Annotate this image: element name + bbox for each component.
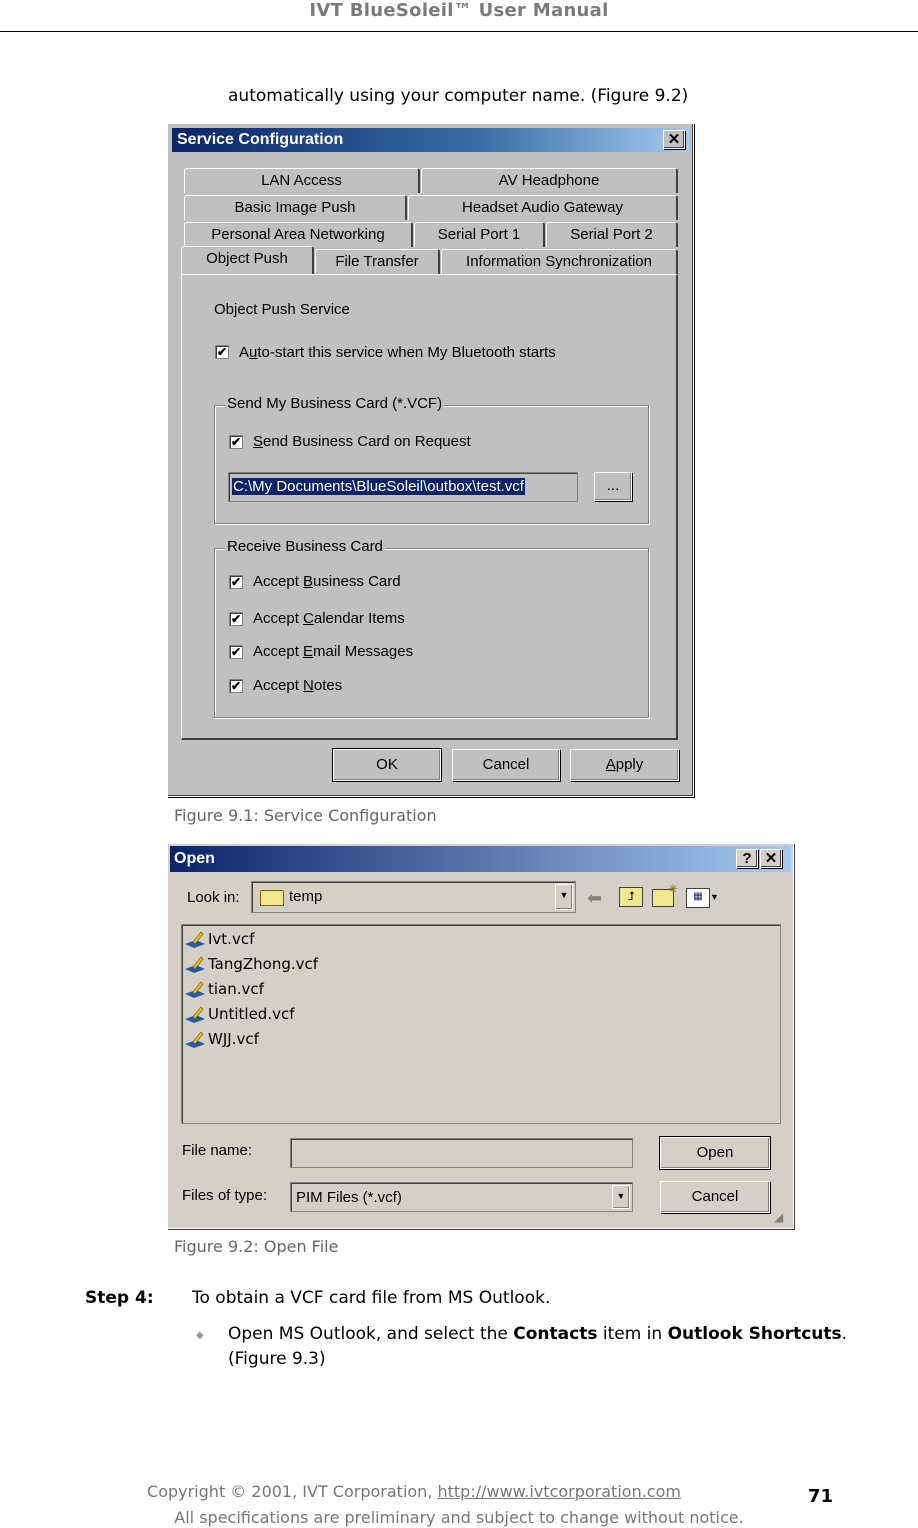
bullet-text: Open MS Outlook, and select the Contacts… [228,1324,848,1369]
footer-notice: All specifications are preliminary and s… [174,1508,744,1527]
receive-business-card-group: Receive Business Card ✔ Accept Business … [214,538,649,718]
send-business-card-group: Send My Business Card (*.VCF) ✔ Send Bus… [214,395,649,524]
tab-personal-area-networking[interactable]: Personal Area Networking [184,222,413,247]
back-arrow-icon[interactable]: ⬅ [587,888,602,909]
resize-grip-icon[interactable]: ◢ [774,1210,783,1224]
service-configuration-dialog: Service Configuration ✕ LAN Access AV He… [167,123,694,797]
group-label: Receive Business Card [225,538,385,555]
tab-panel-object-push: Object Push Service ✔ Auto-start this se… [181,274,678,740]
tab-information-synchronization[interactable]: Information Synchronization [441,249,678,274]
vcard-icon [185,980,205,998]
up-folder-icon[interactable]: ⮥ [619,887,643,907]
browse-button[interactable]: ... [594,472,632,501]
page-number: 71 [808,1486,834,1507]
list-item[interactable]: Untitled.vcf [184,1002,295,1026]
cancel-button[interactable]: Cancel [452,749,560,781]
autostart-checkbox[interactable]: ✔ [215,345,229,359]
dialog-titlebar: Open [170,846,791,872]
accept-business-card-label: Accept Business Card [253,573,401,590]
look-in-value: temp [289,888,323,905]
list-item[interactable]: Ivt.vcf [184,927,254,951]
accept-calendar-items-checkbox[interactable]: ✔ [229,612,243,626]
accept-notes-label: Accept Notes [253,677,343,694]
chevron-down-icon[interactable]: ▼ [612,1185,630,1209]
file-type-label: Files of type: [182,1187,268,1204]
tab-file-transfer[interactable]: File Transfer [315,249,440,274]
step-label: Step 4: [85,1288,154,1308]
close-button[interactable]: ✕ [760,849,782,868]
tab-lan-access[interactable]: LAN Access [184,168,420,193]
look-in-dropdown[interactable]: temp ▼ [251,881,576,913]
folder-icon [260,890,284,906]
close-button[interactable]: ✕ [663,130,685,149]
ok-button[interactable]: OK [332,748,442,782]
file-list: Ivt.vcf TangZhong.vcf tian.vcf Untitled.… [181,924,781,1124]
footer-link[interactable]: http://www.ivtcorporation.com [437,1482,680,1501]
apply-button[interactable]: Apply [570,749,679,781]
footer-copyright: Copyright © 2001, IVT Corporation, http:… [147,1482,681,1501]
file-name-input[interactable] [290,1138,633,1168]
bullet-icon: ◆ [196,1330,204,1341]
vcard-icon [185,930,205,948]
step-text: To obtain a VCF card file from MS Outloo… [192,1288,551,1308]
list-item[interactable]: WJJ.vcf [184,1027,259,1051]
dialog-title: Service Configuration [177,131,344,148]
cancel-button[interactable]: Cancel [660,1181,770,1213]
figure-caption-9-1: Figure 9.1: Service Configuration [174,806,437,825]
open-button[interactable]: Open [659,1136,771,1170]
group-label: Send My Business Card (*.VCF) [225,395,445,412]
view-menu-icon[interactable]: ▦ [686,888,710,908]
list-item[interactable]: TangZhong.vcf [184,952,318,976]
autostart-label: Auto-start this service when My Bluetoot… [239,344,556,361]
accept-business-card-checkbox[interactable]: ✔ [229,575,243,589]
accept-email-messages-checkbox[interactable]: ✔ [229,645,243,659]
tab-av-headphone[interactable]: AV Headphone [421,168,678,193]
sparkle-icon: ✳ [668,882,679,896]
tab-object-push[interactable]: Object Push [181,246,314,274]
send-on-request-label: Send Business Card on Request [253,433,471,450]
send-on-request-checkbox[interactable]: ✔ [229,435,243,449]
tab-headset-audio-gateway[interactable]: Headset Audio Gateway [408,195,678,220]
vcard-icon [185,955,205,973]
chevron-down-icon[interactable]: ▼ [555,884,573,910]
header-rule [0,31,918,32]
file-name-label: File name: [182,1142,253,1159]
accept-email-messages-label: Accept Email Messages [253,643,414,660]
vcard-icon [185,1005,205,1023]
file-type-value: PIM Files (*.vcf) [296,1189,402,1206]
tab-basic-image-push[interactable]: Basic Image Push [184,195,407,220]
accept-notes-checkbox[interactable]: ✔ [229,679,243,693]
list-item[interactable]: tian.vcf [184,977,264,1001]
section-title: Object Push Service [214,301,350,318]
vcard-icon [185,1030,205,1048]
intro-paragraph: automatically using your computer name. … [228,86,689,106]
view-menu-chevron-icon[interactable]: ▼ [710,892,719,902]
tab-serial-port-1[interactable]: Serial Port 1 [414,222,545,247]
accept-calendar-items-label: Accept Calendar Items [253,610,405,627]
dialog-title: Open [174,850,215,867]
open-file-dialog: Open ? ✕ Look in: temp ▼ ⬅ ⮥ ✳ ▦ ▼ Ivt.v… [167,843,794,1229]
dialog-titlebar: Service Configuration [172,128,689,152]
help-button[interactable]: ? [736,849,758,868]
path-value: C:\My Documents\BlueSoleil\outbox\test.v… [232,478,525,495]
business-card-path-input[interactable]: C:\My Documents\BlueSoleil\outbox\test.v… [228,472,578,502]
figure-caption-9-2: Figure 9.2: Open File [174,1237,339,1256]
file-type-dropdown[interactable]: PIM Files (*.vcf) ▼ [290,1182,633,1212]
look-in-label: Look in: [187,889,240,906]
tab-serial-port-2[interactable]: Serial Port 2 [546,222,678,247]
document-header: IVT BlueSoleil™ User Manual [309,0,609,21]
